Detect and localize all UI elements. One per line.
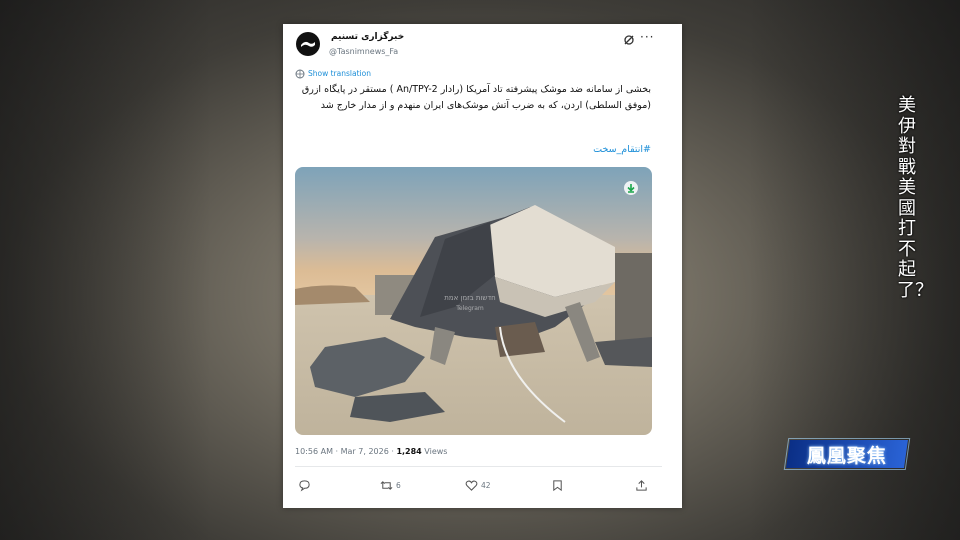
more-icon[interactable]: ··· — [640, 30, 654, 44]
channel-logo: 鳳凰聚焦 — [783, 438, 911, 470]
hashtag-link[interactable]: #انتقام_سخت — [593, 144, 651, 155]
account-handle[interactable]: @Tasnimnews_Fa — [329, 47, 398, 56]
share-button[interactable] — [635, 479, 651, 492]
reply-icon — [299, 480, 310, 492]
retweet-button[interactable]: 6 — [380, 479, 401, 492]
avatar[interactable] — [296, 32, 320, 56]
reply-button[interactable] — [298, 479, 314, 492]
retweet-count: 6 — [396, 481, 401, 490]
tasnim-logo-icon — [301, 41, 315, 47]
retweet-icon — [380, 481, 393, 490]
download-icon[interactable] — [624, 181, 638, 195]
tweet-text: بخشی از سامانه ضد موشک پیشرفته تاد آمریک… — [301, 84, 651, 111]
show-translation-link[interactable]: Show translation — [308, 69, 371, 78]
globe-icon — [295, 69, 305, 79]
bookmark-button[interactable] — [551, 479, 567, 492]
grok-icon[interactable] — [623, 34, 635, 46]
like-count: 42 — [481, 481, 491, 490]
views-label: Views — [424, 447, 448, 456]
tweet-image[interactable]: חדשות בזמן אמת Telegram — [295, 167, 652, 435]
heart-icon — [465, 480, 478, 491]
photo-watermark-1: חדשות בזמן אמת — [444, 294, 495, 302]
tweet-time[interactable]: 10:56 AM — [295, 447, 333, 456]
tweet-card: خبرگزاری تسنیم @Tasnimnews_Fa ··· Show t… — [283, 24, 682, 508]
channel-logo-text: 鳳凰聚焦 — [806, 444, 887, 467]
views-count: 1,284 — [396, 447, 422, 456]
action-bar: 6 42 — [295, 479, 655, 493]
like-button[interactable]: 42 — [465, 479, 491, 492]
divider — [295, 466, 662, 467]
photo-watermark-2: Telegram — [455, 305, 484, 312]
tweet-date[interactable]: Mar 7, 2026 — [341, 447, 389, 456]
vertical-caption: 美伊對戰 美國打不起了？ — [897, 95, 933, 301]
radar-wreckage-photo: חדשות בזמן אמת Telegram — [295, 167, 652, 435]
account-name[interactable]: خبرگزاری تسنیم — [331, 32, 404, 42]
tweet-meta: 10:56 AM · Mar 7, 2026 · 1,284 Views — [295, 447, 447, 456]
bookmark-icon — [553, 480, 562, 492]
share-icon — [636, 480, 647, 491]
